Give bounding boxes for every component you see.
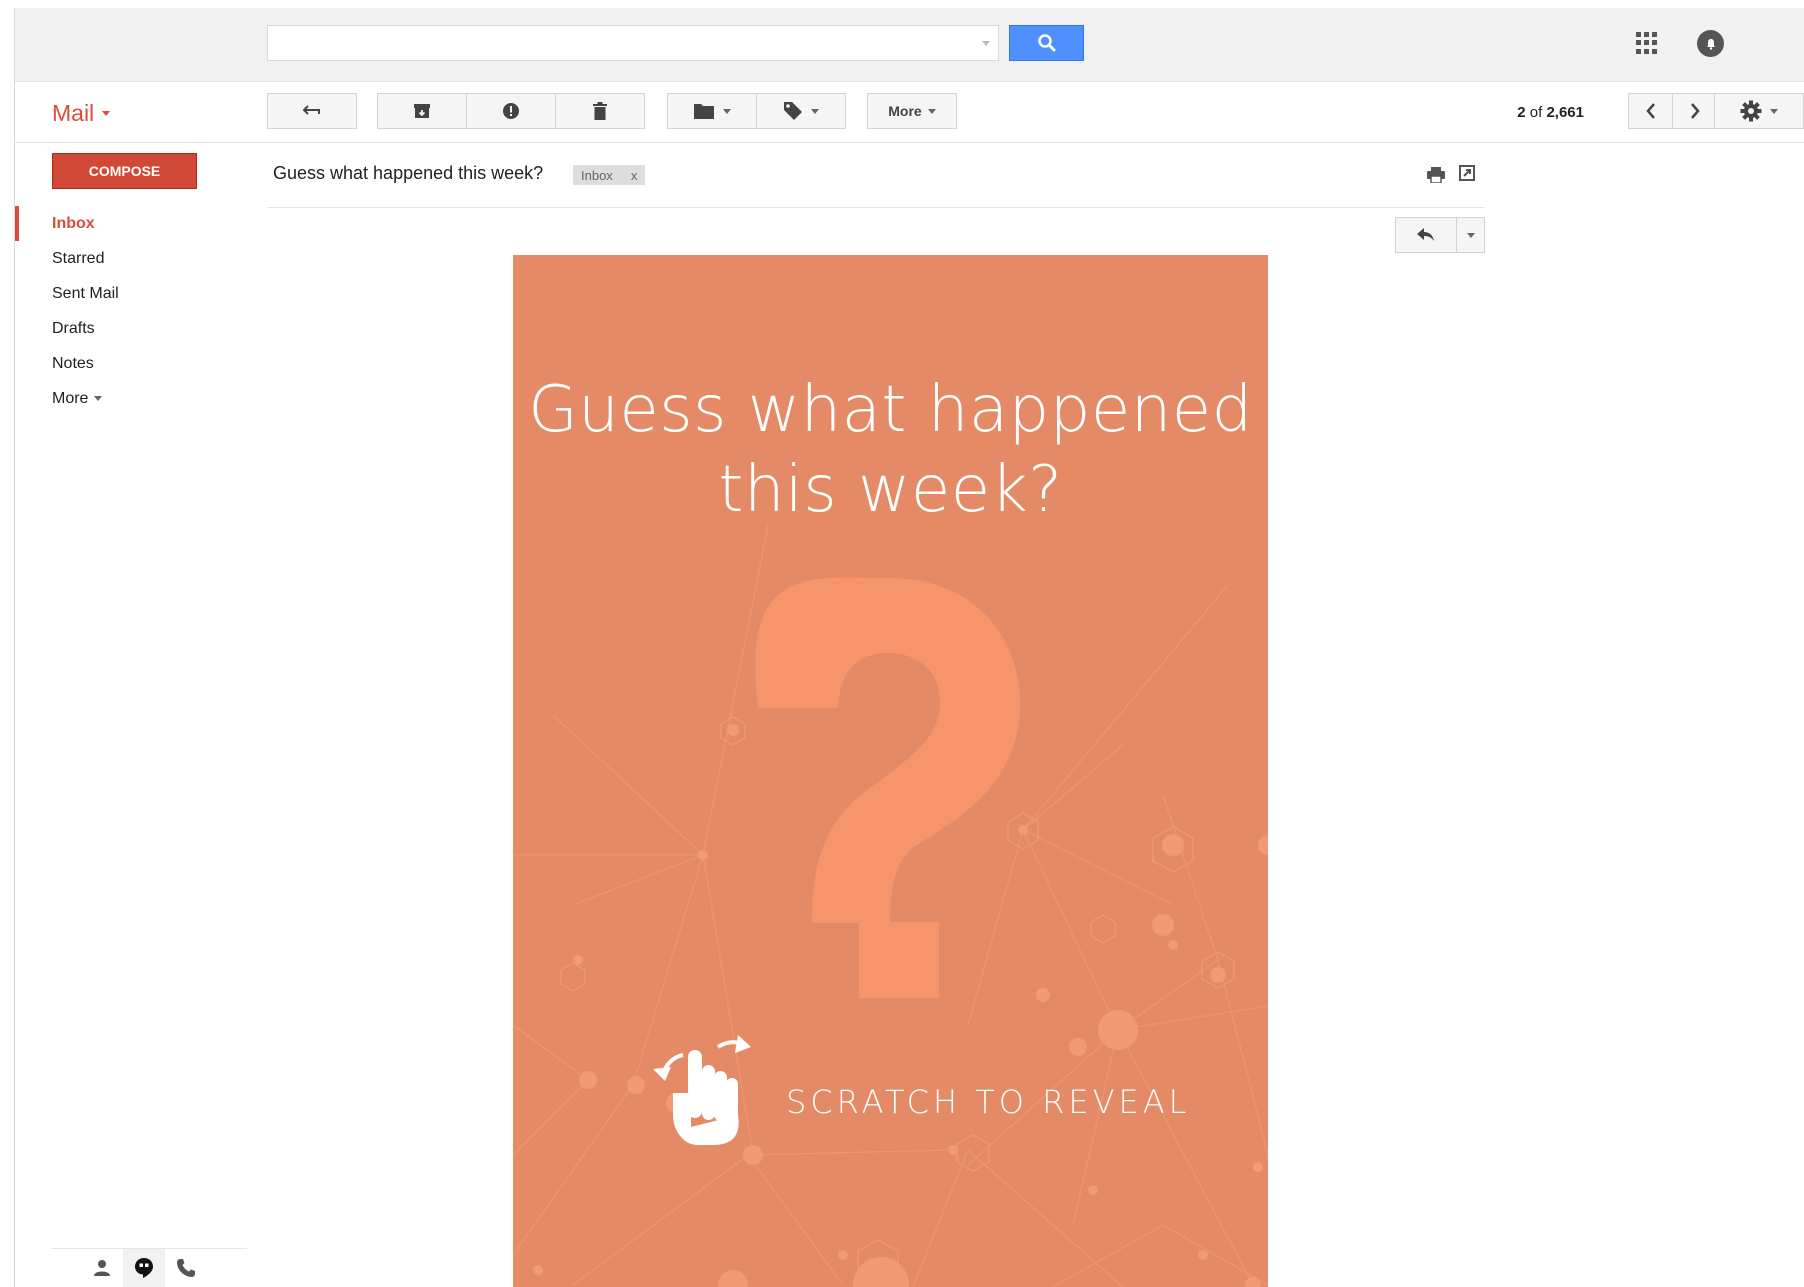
label-chip-text[interactable]: Inbox [581, 168, 613, 183]
trash-icon [593, 102, 607, 120]
sidebar-item-label: Drafts [52, 320, 95, 337]
sidebar-item-inbox[interactable]: Inbox [15, 206, 255, 241]
sidebar-item-label: Sent Mail [52, 285, 119, 302]
older-button[interactable] [1672, 93, 1717, 129]
sidebar-item-sent-mail[interactable]: Sent Mail [15, 276, 255, 311]
chevron-down-icon [1466, 232, 1475, 238]
person-icon [94, 1260, 110, 1276]
reply-group [1395, 217, 1485, 253]
phone-icon [177, 1259, 195, 1277]
mail-label: Mail [52, 100, 95, 126]
reply-options-button[interactable] [1457, 217, 1485, 253]
more-actions-label: More [888, 103, 922, 119]
gear-icon [1740, 100, 1762, 122]
delete-button[interactable] [555, 93, 645, 129]
archive-button[interactable] [377, 93, 467, 129]
more-actions-button[interactable]: More [867, 93, 957, 129]
tag-icon [784, 102, 802, 120]
card-title-line-1: Guess what happened [528, 373, 1253, 447]
sidebar: COMPOSE Inbox Starred Sent Mail Drafts N… [15, 143, 255, 1287]
message-subject: Guess what happened this week? [273, 163, 544, 183]
subject-row: Guess what happened this week? Inbox x [267, 143, 1485, 208]
email-card-image: Guess what happened this week? SCRATCH T… [513, 255, 1268, 1287]
card-title: Guess what happened this week? [513, 370, 1268, 530]
hangouts-icon [135, 1258, 153, 1278]
pagination-count: 2 of 2,661 [1517, 104, 1584, 121]
hangouts-tab[interactable] [123, 1249, 165, 1287]
reply-icon [1417, 228, 1434, 241]
chevron-down-icon [94, 396, 103, 401]
chevron-left-icon [1645, 103, 1655, 119]
search-input[interactable] [276, 26, 960, 60]
remove-label-button[interactable]: x [631, 168, 638, 183]
new-window-icon [1459, 165, 1475, 181]
labels-button[interactable] [756, 93, 846, 129]
contacts-tab[interactable] [81, 1249, 123, 1287]
folder-icon [694, 104, 714, 119]
sidebar-item-label: Inbox [52, 215, 95, 232]
sidebar-item-notes[interactable]: Notes [15, 346, 255, 381]
exclamation-icon [503, 103, 519, 119]
mail-switcher[interactable]: Mail [52, 100, 111, 127]
back-arrow-icon [302, 105, 320, 115]
notifications-icon[interactable] [1697, 30, 1724, 57]
reply-button[interactable] [1395, 217, 1457, 253]
back-button[interactable] [267, 93, 357, 129]
search-box[interactable] [267, 25, 999, 61]
pagination-of: of [1529, 104, 1543, 121]
chevron-right-icon [1690, 103, 1700, 119]
search-button[interactable] [1009, 25, 1084, 61]
pagination-total: 2,661 [1546, 104, 1584, 121]
printer-icon [1427, 167, 1445, 184]
settings-button[interactable] [1714, 93, 1804, 129]
top-bar [15, 8, 1804, 82]
sidebar-item-more[interactable]: More [15, 381, 255, 416]
archive-icon [414, 104, 430, 118]
move-to-button[interactable] [667, 93, 757, 129]
search-icon [1037, 34, 1055, 52]
chevron-down-icon [811, 108, 819, 114]
inbox-label-chip: Inbox x [573, 165, 646, 185]
print-button[interactable] [1427, 167, 1445, 188]
sidebar-item-drafts[interactable]: Drafts [15, 311, 255, 346]
report-spam-button[interactable] [466, 93, 556, 129]
compose-button[interactable]: COMPOSE [52, 153, 197, 189]
sidebar-bottom-tabs [51, 1248, 247, 1287]
phone-tab[interactable] [165, 1249, 207, 1287]
apps-grid-icon[interactable] [1636, 32, 1658, 54]
chevron-down-icon [1770, 108, 1778, 114]
new-window-button[interactable] [1459, 165, 1475, 186]
bell-icon [1706, 38, 1715, 50]
sidebar-item-label: More [52, 390, 89, 407]
sidebar-nav: Inbox Starred Sent Mail Drafts Notes Mor… [15, 206, 255, 416]
chevron-down-icon [927, 108, 936, 114]
sidebar-item-starred[interactable]: Starred [15, 241, 255, 276]
toolbar: Mail More 2 of 2,661 [15, 82, 1804, 143]
card-title-line-2: this week? [718, 453, 1063, 527]
pagination-current: 2 [1517, 104, 1526, 121]
sidebar-item-label: Starred [52, 250, 105, 267]
search-options-icon[interactable] [982, 41, 990, 46]
scratch-hand-icon [653, 1035, 751, 1145]
gmail-window: Mail More 2 of 2,661 COMPOSE Inbox Starr… [14, 8, 1804, 1287]
chevron-down-icon [102, 111, 111, 116]
newer-button[interactable] [1628, 93, 1673, 129]
sidebar-item-label: Notes [52, 355, 94, 372]
scratch-to-reveal-text[interactable]: SCRATCH TO REVEAL [786, 1083, 1190, 1121]
chevron-down-icon [723, 108, 731, 114]
